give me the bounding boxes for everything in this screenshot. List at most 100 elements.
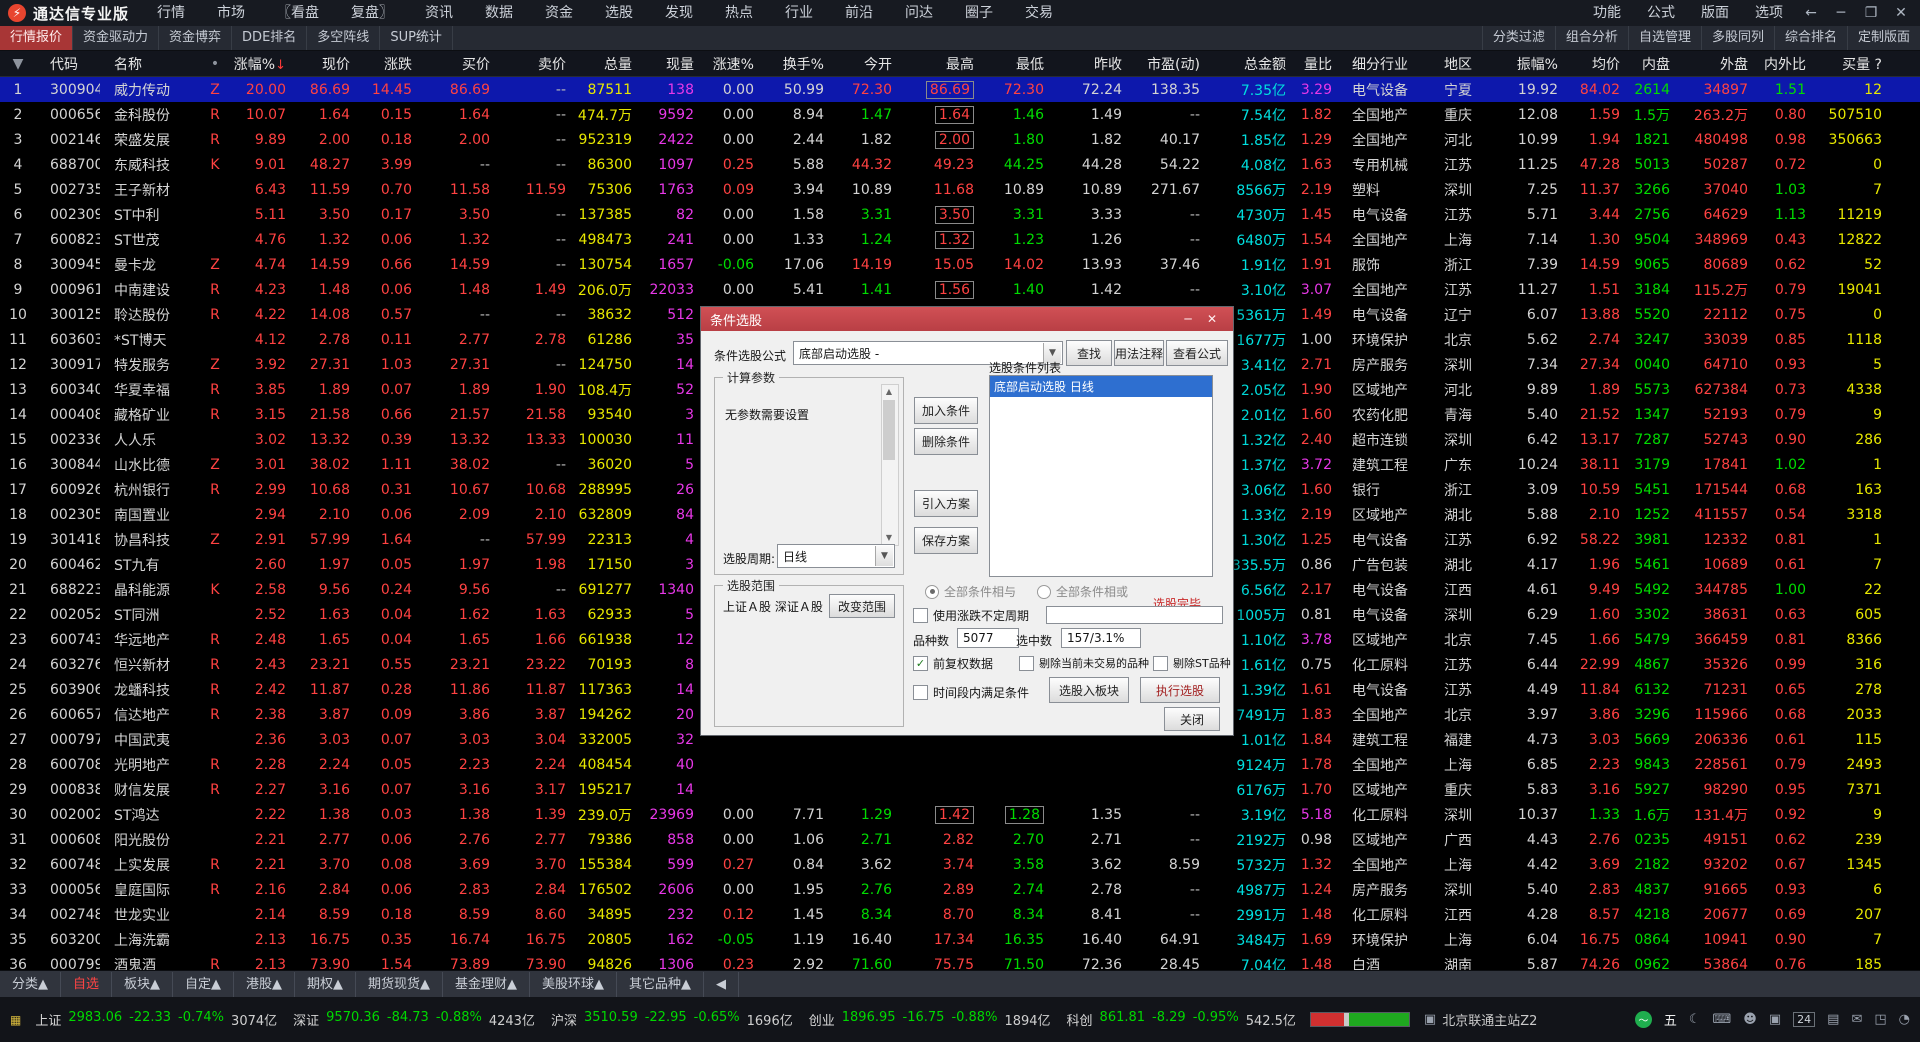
bottom-tab-10[interactable]: ◀ — [704, 971, 740, 997]
bottom-tab-4[interactable]: 港股▲ — [234, 971, 296, 997]
bottom-tab-7[interactable]: 基金理财▲ — [443, 971, 531, 997]
col-header-low[interactable]: 最低 — [980, 51, 1050, 77]
toolbar-tool-4[interactable]: 综合排名 — [1773, 26, 1847, 50]
stock-row-002002[interactable]: 30 002002 ST鸿达 2.22 1.38 0.03 1.38 1.39 239.0万 23… — [0, 802, 1920, 827]
user-icon[interactable]: ☻ — [1743, 1012, 1757, 1027]
bottom-tab-0[interactable]: 分类▲ — [0, 971, 61, 997]
toolbar-tool-0[interactable]: 分类过滤 — [1481, 26, 1555, 50]
menu-right-item-1[interactable]: 公式 — [1634, 0, 1688, 26]
save-plan-button[interactable]: 保存方案 — [914, 527, 978, 554]
alert-icon[interactable]: ▦ — [10, 1013, 21, 1027]
menu-item-8[interactable]: 发现 — [649, 0, 709, 26]
close-icon[interactable]: ✕ — [1886, 0, 1916, 26]
index-quote-深证[interactable]: 深证 9570.36 -84.73 -0.88% 4243亿 — [293, 1010, 535, 1029]
wuxing-badge[interactable]: 五 — [1664, 1010, 1677, 1029]
close-button[interactable]: 关闭 — [1164, 707, 1220, 731]
menu-item-13[interactable]: 圈子 — [949, 0, 1009, 26]
stock-row-002735[interactable]: 5 002735 王子新材 6.43 11.59 0.70 11.58 11.59 75306 1… — [0, 177, 1920, 202]
stock-row-000056[interactable]: 33 000056 皇庭国际 R 2.16 2.84 0.06 2.83 2.84 176502 2… — [0, 877, 1920, 902]
stock-row-002748[interactable]: 34 002748 世龙实业 2.14 8.59 0.18 8.59 8.60 34895 232… — [0, 902, 1920, 927]
run-pick-button[interactable]: 执行选股 — [1140, 677, 1220, 703]
checkbox-skip-st[interactable]: 剔除ST品种 — [1153, 655, 1231, 671]
col-header-buy-vol[interactable]: 买量 ? — [1812, 51, 1888, 77]
dialog-close-icon[interactable]: ✕ — [1200, 312, 1224, 326]
params-scrollbar[interactable]: ▲ ▼ — [881, 384, 899, 546]
col-header-in-out-ratio[interactable]: 内外比 — [1754, 51, 1812, 77]
monitor-icon[interactable]: ▣ — [1769, 1012, 1781, 1027]
toolbar-tab-4[interactable]: 多空阵线 — [307, 26, 381, 50]
view-formula-button[interactable]: 查看公式 — [1166, 340, 1228, 366]
change-range-button[interactable]: 改变范围 — [829, 594, 895, 618]
stock-row-000799[interactable]: 36 000799 酒鬼酒 R 2.13 73.90 1.54 73.89 73.90 94826… — [0, 952, 1920, 971]
menu-item-9[interactable]: 热点 — [709, 0, 769, 26]
scroll-up-icon[interactable]: ▲ — [882, 385, 896, 399]
restore-icon[interactable]: ❐ — [1856, 0, 1886, 26]
stock-row-002146[interactable]: 3 002146 荣盛发展 R 9.89 2.00 0.18 2.00 -- 952319 2422… — [0, 127, 1920, 152]
bottom-tab-2[interactable]: 板块▲ — [112, 971, 174, 997]
stock-row-000608[interactable]: 31 000608 阳光股份 2.21 2.77 0.06 2.76 2.77 79386 858… — [0, 827, 1920, 852]
menu-right-item-2[interactable]: 版面 — [1688, 0, 1742, 26]
menu-right-item-0[interactable]: 功能 — [1580, 0, 1634, 26]
night-mode-icon[interactable]: ☾ — [1689, 1012, 1701, 1027]
menu-item-4[interactable]: 资讯 — [409, 0, 469, 26]
stock-row-603200[interactable]: 35 603200 上海洗霸 2.13 16.75 0.35 16.74 16.75 20805… — [0, 927, 1920, 952]
col-header-speed[interactable]: 涨速% — [700, 51, 760, 77]
col-header-cur-vol[interactable]: 现量 — [638, 51, 700, 77]
index-quote-科创[interactable]: 科创 861.81 -8.29 -0.95% 542.5亿 — [1067, 1010, 1296, 1029]
col-header-prev-close[interactable]: 昨收 — [1050, 51, 1128, 77]
checkbox-forward-adjusted[interactable]: ✓ 前复权数据 — [913, 655, 993, 672]
col-header-seq[interactable]: ▼ — [0, 51, 36, 77]
stock-row-300945[interactable]: 8 300945 曼卡龙 Z 4.74 14.59 0.66 14.59 -- 130754 165… — [0, 252, 1920, 277]
clock-icon[interactable]: ◔ — [1899, 1012, 1910, 1027]
col-header-high[interactable]: 最高 — [898, 51, 980, 77]
menu-item-6[interactable]: 资金 — [529, 0, 589, 26]
menu-item-11[interactable]: 前沿 — [829, 0, 889, 26]
menu-item-1[interactable]: 市场 — [201, 0, 261, 26]
col-header-price[interactable]: 现价 — [292, 51, 356, 77]
bottom-tab-8[interactable]: 美股环球▲ — [530, 971, 618, 997]
bottom-tab-9[interactable]: 其它品种▲ — [617, 971, 705, 997]
bottom-tab-3[interactable]: 自定▲ — [173, 971, 235, 997]
updown-period-field[interactable] — [1046, 606, 1223, 624]
index-quote-沪深[interactable]: 沪深 3510.59 -22.95 -0.65% 1696亿 — [551, 1010, 793, 1029]
menu-item-2[interactable]: 〖看盘 — [261, 0, 335, 26]
menu-item-7[interactable]: 选股 — [589, 0, 649, 26]
usage-note-button[interactable]: 用法注释 — [1114, 340, 1164, 366]
col-header-avg-price[interactable]: 均价 — [1564, 51, 1626, 77]
col-header-amplitude[interactable]: 振幅% — [1486, 51, 1564, 77]
message-icon[interactable]: ✉ — [1851, 1012, 1862, 1027]
toolbar-tab-0[interactable]: 行情报价 — [0, 26, 74, 50]
toolbar-tool-5[interactable]: 定制版面 — [1846, 26, 1920, 50]
import-plan-button[interactable]: 引入方案 — [914, 490, 978, 517]
toolbar-tool-1[interactable]: 组合分析 — [1554, 26, 1628, 50]
menu-item-3[interactable]: 复盘〗 — [335, 0, 409, 26]
menu-item-12[interactable]: 问达 — [889, 0, 949, 26]
menu-item-0[interactable]: 行情 — [141, 0, 201, 26]
col-header-turnover[interactable]: 换手% — [760, 51, 830, 77]
condition-listbox[interactable]: 底部启动选股 日线 — [989, 375, 1213, 577]
bottom-tab-1[interactable]: 自选 — [61, 971, 113, 997]
stock-row-600748[interactable]: 32 600748 上实发展 R 2.21 3.70 0.08 3.69 3.70 155384 5… — [0, 852, 1920, 877]
scrollbar-thumb[interactable] — [883, 400, 895, 460]
panel-icon[interactable]: ▤ — [1827, 1012, 1839, 1027]
back-icon[interactable]: ← — [1796, 0, 1826, 26]
menu-item-10[interactable]: 行业 — [769, 0, 829, 26]
col-header-open[interactable]: 今开 — [830, 51, 898, 77]
col-header-region[interactable]: 地区 — [1430, 51, 1486, 77]
wave-icon[interactable]: 〜 — [1634, 1011, 1652, 1028]
keyboard-icon[interactable]: ⌨ — [1713, 1012, 1732, 1027]
col-header-industry[interactable]: 细分行业 — [1338, 51, 1430, 77]
radio-all-or[interactable]: 全部条件相或 — [1037, 583, 1128, 600]
toolbar-tool-3[interactable]: 多股同列 — [1700, 26, 1774, 50]
menu-right-item-3[interactable]: 选项 — [1742, 0, 1796, 26]
checkbox-updown-period[interactable]: 使用涨跌不定周期 — [913, 607, 1029, 624]
col-header-bid[interactable]: 买价 — [418, 51, 496, 77]
index-quote-上证[interactable]: 上证 2983.06 -22.33 -0.74% 3074亿 — [35, 1010, 277, 1029]
menu-item-5[interactable]: 数据 — [469, 0, 529, 26]
col-header-name[interactable]: 名称 — [100, 51, 200, 77]
col-header-ask[interactable]: 卖价 — [496, 51, 572, 77]
stock-row-600708[interactable]: 28 600708 光明地产 R 2.28 2.24 0.05 2.23 2.24 408454 4… — [0, 752, 1920, 777]
stock-row-688700[interactable]: 4 688700 东威科技 K 9.01 48.27 3.99 -- -- 86300 1097 0.… — [0, 152, 1920, 177]
period-combo[interactable]: 日线 ▼ — [777, 544, 895, 568]
index-quote-创业[interactable]: 创业 1896.95 -16.75 -0.88% 1894亿 — [809, 1010, 1051, 1029]
